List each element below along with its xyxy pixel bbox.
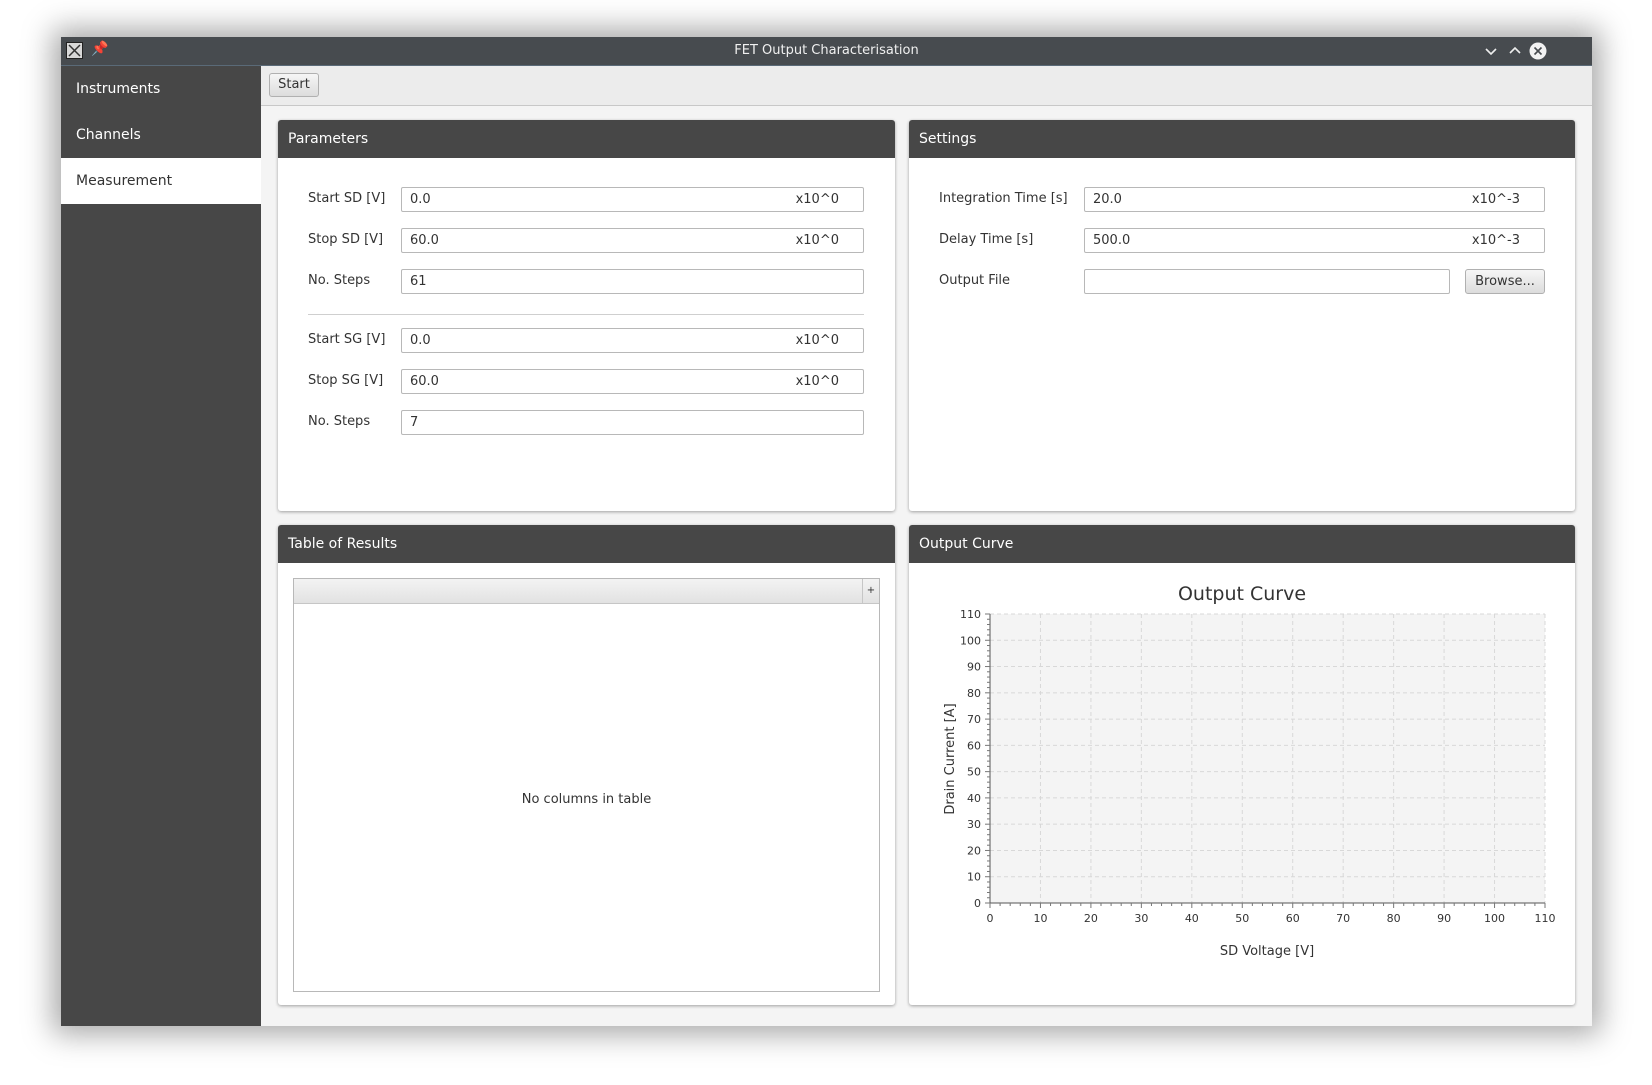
parameters-panel: Parameters Start SD [V] 0.0 x10^0 Stop S… (278, 120, 895, 511)
browse-button[interactable]: Browse... (1465, 269, 1545, 294)
output-curve-header: Output Curve (909, 525, 1575, 563)
stop-sg-input[interactable]: 60.0 x10^0 (401, 369, 864, 394)
sd-steps-label: No. Steps (308, 273, 371, 288)
y-tick-label: 50 (967, 766, 981, 779)
sg-steps-value: 7 (410, 415, 419, 430)
window-title: FET Output Characterisation (734, 43, 919, 58)
x-tick-label: 30 (1134, 912, 1148, 925)
output-curve-panel: Output Curve 0 10 20 30 40 50 60 70 80 90 100 110 0 1… (909, 525, 1575, 1005)
x-tick-label: 110 (1535, 912, 1556, 925)
start-sd-input[interactable]: 0.0 x10^0 (401, 187, 864, 212)
y-tick-label: 30 (967, 818, 981, 831)
results-panel: Table of Results + No columns in table (278, 525, 895, 1005)
start-sg-value: 0.0 (410, 333, 431, 348)
sidebar-item-channels[interactable]: Channels (61, 112, 261, 158)
stop-sg-label: Stop SG [V] (308, 373, 384, 388)
y-axis-label: Drain Current [A] (943, 703, 958, 814)
start-sd-value: 0.0 (410, 192, 431, 207)
start-sg-unit: x10^0 (795, 333, 839, 348)
sg-steps-input[interactable]: 7 (401, 410, 864, 435)
title-bar: 📌 FET Output Characterisation (61, 37, 1592, 66)
parameters-header: Parameters (278, 120, 895, 158)
toolbar: Start (261, 66, 1592, 106)
integration-time-input[interactable]: 20.0 x10^-3 (1084, 187, 1545, 212)
sd-steps-value: 61 (410, 274, 427, 289)
y-tick-label: 20 (967, 844, 981, 857)
delay-time-label: Delay Time [s] (939, 232, 1034, 247)
table-header: + (294, 579, 879, 604)
y-tick-label: 110 (960, 608, 981, 621)
integration-time-value: 20.0 (1093, 192, 1122, 207)
close-icon[interactable] (1529, 42, 1547, 60)
x-tick-label: 90 (1437, 912, 1451, 925)
x-tick-label: 40 (1185, 912, 1199, 925)
x-axis-label: SD Voltage [V] (1220, 944, 1314, 959)
sg-steps-label: No. Steps (308, 414, 371, 429)
start-sd-unit: x10^0 (795, 192, 839, 207)
main-content: Start Parameters Start SD [V] 0.0 x10^0 … (261, 66, 1592, 1026)
start-sd-label: Start SD [V] (308, 191, 386, 206)
maximize-icon[interactable] (1506, 42, 1524, 60)
output-curve-chart: 0 10 20 30 40 50 60 70 80 90 100 110 0 10 20 30 40 50 60 70… (943, 583, 1556, 959)
x-tick-label: 20 (1084, 912, 1098, 925)
x-tick-label: 100 (1484, 912, 1505, 925)
stop-sg-value: 60.0 (410, 374, 439, 389)
y-tick-label: 0 (974, 897, 981, 910)
y-tick-label: 60 (967, 739, 981, 752)
y-tick-label: 100 (960, 634, 981, 647)
results-table[interactable]: + No columns in table (293, 578, 880, 992)
settings-header: Settings (909, 120, 1575, 158)
results-header: Table of Results (278, 525, 895, 563)
stop-sd-unit: x10^0 (795, 233, 839, 248)
settings-panel: Settings Integration Time [s] 20.0 x10^-… (909, 120, 1575, 511)
sidebar: Instruments Channels Measurement (61, 66, 261, 1026)
start-sg-input[interactable]: 0.0 x10^0 (401, 328, 864, 353)
x-tick-label: 0 (987, 912, 994, 925)
start-sg-label: Start SG [V] (308, 332, 386, 347)
table-empty-text: No columns in table (521, 792, 652, 807)
output-file-input[interactable] (1084, 269, 1450, 294)
stop-sd-input[interactable]: 60.0 x10^0 (401, 228, 864, 253)
app-window: 📌 FET Output Characterisation Instrument… (61, 37, 1592, 1026)
minimize-icon[interactable] (1482, 42, 1500, 60)
start-button[interactable]: Start (269, 73, 319, 97)
stop-sd-label: Stop SD [V] (308, 232, 384, 247)
plot-area (990, 614, 1545, 903)
x-tick-label: 80 (1387, 912, 1401, 925)
x-tick-label: 10 (1033, 912, 1047, 925)
y-tick-label: 80 (967, 687, 981, 700)
y-tick-label: 10 (967, 871, 981, 884)
delay-time-value: 500.0 (1093, 233, 1131, 248)
y-tick-label: 90 (967, 661, 981, 674)
output-file-label: Output File (939, 273, 1011, 288)
delay-time-input[interactable]: 500.0 x10^-3 (1084, 228, 1545, 253)
sidebar-item-measurement[interactable]: Measurement (61, 158, 261, 204)
stop-sd-value: 60.0 (410, 233, 439, 248)
y-tick-label: 40 (967, 792, 981, 805)
integration-time-unit: x10^-3 (1471, 192, 1520, 207)
column-menu-plus-icon[interactable]: + (862, 579, 879, 603)
parameters-divider (308, 314, 864, 315)
sidebar-item-instruments[interactable]: Instruments (61, 66, 261, 112)
x-tick-label: 60 (1286, 912, 1300, 925)
stop-sg-unit: x10^0 (795, 374, 839, 389)
x-tick-label: 50 (1235, 912, 1249, 925)
integration-time-label: Integration Time [s] (939, 191, 1068, 206)
y-tick-label: 70 (967, 713, 981, 726)
chart-title: Output Curve (1178, 583, 1306, 605)
sd-steps-input[interactable]: 61 (401, 269, 864, 294)
x-tick-label: 70 (1336, 912, 1350, 925)
delay-time-unit: x10^-3 (1471, 233, 1520, 248)
